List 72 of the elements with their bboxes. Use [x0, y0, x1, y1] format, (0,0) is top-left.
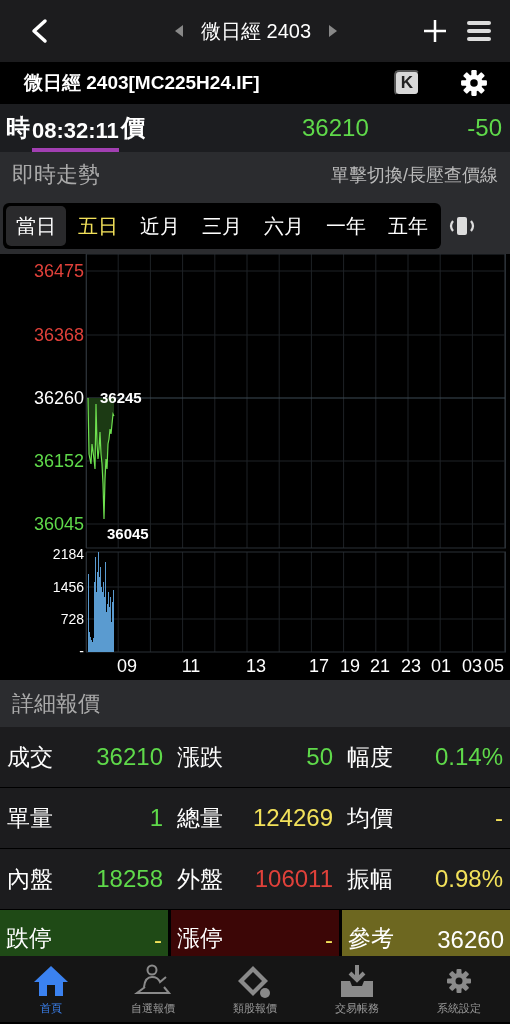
next-icon[interactable]	[329, 25, 338, 37]
field-value: 106011	[254, 865, 333, 893]
low-price-label: 36045	[107, 524, 149, 542]
field-label: 均價	[347, 803, 393, 833]
section-title: 詳細報價	[12, 689, 100, 718]
field-value: 36260	[437, 926, 504, 954]
time-axis-label: 05	[484, 656, 504, 676]
price-label: 價	[120, 113, 145, 143]
field-value: -	[495, 804, 503, 832]
symbol-name: 微日經 2403[MC225H24.IF]	[24, 71, 261, 95]
time-axis-label: 09	[117, 656, 137, 676]
plus-icon[interactable]	[422, 18, 448, 44]
last-price: 36210	[302, 114, 370, 142]
field-value: -	[154, 926, 162, 954]
period-tab[interactable]: 一年	[316, 206, 376, 246]
previous-icon[interactable]	[174, 25, 183, 37]
nav-tab[interactable]: 系統設定	[408, 956, 510, 1022]
field-label: 跌停	[6, 924, 52, 953]
time-axis-label: 23	[401, 656, 421, 676]
field-label: 幅度	[347, 742, 393, 772]
volume-axis-label: -	[79, 643, 84, 659]
header-title: 微日經 2403	[200, 18, 312, 44]
period-tab[interactable]: 五日	[68, 206, 128, 246]
field-label: 單量	[7, 803, 53, 833]
time-axis-label: 11	[181, 656, 201, 676]
time-axis-label: 13	[246, 656, 266, 676]
field-label: 成交	[7, 742, 53, 772]
field-label: 漲停	[177, 924, 223, 953]
field-label: 漲跌	[177, 742, 223, 772]
period-tab[interactable]: 五年	[378, 206, 438, 246]
time-axis-label: 21	[370, 656, 390, 676]
field-value: 1	[149, 804, 163, 832]
period-tab[interactable]: 近月	[130, 206, 190, 246]
menu-icon[interactable]	[466, 18, 492, 44]
period-tab[interactable]: 當日	[6, 206, 66, 246]
volume-axis-label: 2184	[52, 546, 84, 562]
period-tab[interactable]: 六月	[254, 206, 314, 246]
field-label: 振幅	[347, 864, 393, 894]
nav-tab[interactable]: 首頁	[0, 956, 102, 1022]
price-axis-label: 36368	[33, 325, 84, 345]
price-change: -50	[466, 114, 502, 142]
price-axis-label: 36260	[33, 388, 84, 408]
field-label: 參考	[348, 924, 394, 953]
field-value: 50	[306, 743, 333, 771]
field-label: 內盤	[7, 864, 53, 894]
section-title: 即時走勢	[12, 161, 100, 189]
price-axis-label: 36045	[33, 514, 84, 534]
price-axis-label: 36152	[33, 451, 84, 471]
price-axis-label: 36475	[33, 261, 84, 281]
time-axis-label: 19	[340, 656, 360, 676]
field-value: -	[325, 926, 333, 954]
volume-axis-label: 1456	[52, 579, 84, 595]
field-value: 0.98%	[434, 865, 503, 893]
time-axis-label: 03	[462, 656, 482, 676]
time-axis-label: 01	[431, 656, 451, 676]
field-value: 36210	[96, 743, 163, 771]
time-axis-label: 17	[309, 656, 329, 676]
nav-tab[interactable]: 交易帳務	[306, 956, 408, 1022]
field-label: 總量	[177, 803, 223, 833]
field-value: 18258	[96, 865, 163, 893]
period-tab[interactable]: 三月	[192, 206, 252, 246]
nav-tab[interactable]: 自選報價	[102, 956, 204, 1022]
volume-axis-label: 728	[60, 611, 84, 627]
field-label: 外盤	[177, 864, 223, 894]
rotate-icon[interactable]	[447, 214, 477, 238]
high-price-label: 36245	[100, 388, 142, 406]
time-label: 時	[6, 113, 30, 143]
field-value: 124269	[252, 804, 333, 832]
k-button[interactable]: K	[394, 70, 420, 96]
nav-tab[interactable]: 類股報價	[204, 956, 306, 1022]
field-value: 0.14%	[434, 743, 503, 771]
section-hint: 單擊切換/長壓查價線	[331, 164, 498, 187]
